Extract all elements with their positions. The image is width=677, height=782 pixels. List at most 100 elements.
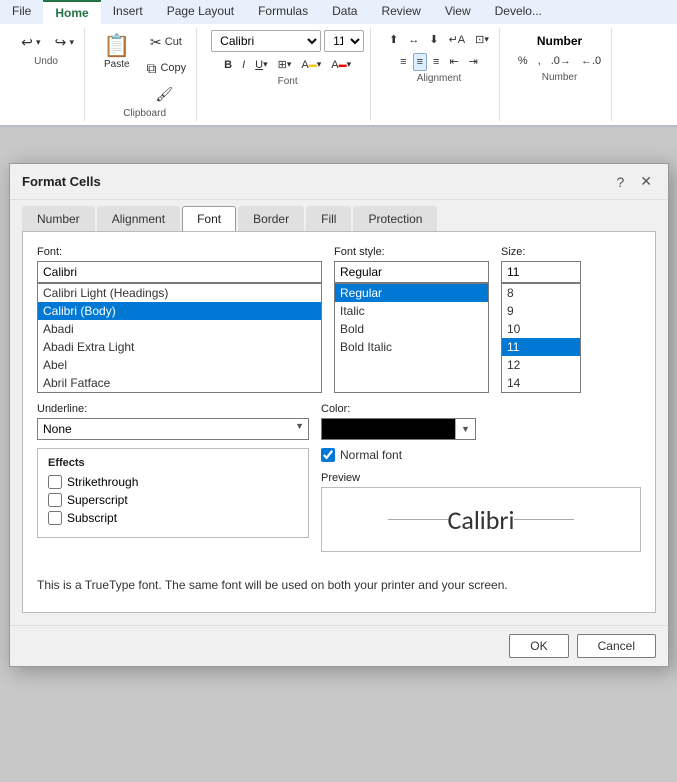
tab-view[interactable]: View [433,0,483,24]
list-item[interactable]: Abril Fatface [38,374,321,392]
help-button[interactable]: ? [612,173,628,191]
percent-button[interactable]: % [514,52,532,70]
list-item[interactable]: 10 [502,320,580,338]
align-top-button[interactable]: ⬆ [385,30,402,49]
increase-indent-button[interactable]: ⇥ [465,52,482,71]
tab-number[interactable]: Number [22,206,95,231]
tab-protection[interactable]: Protection [353,206,437,231]
subscript-label: Subscript [67,511,117,525]
tab-fill[interactable]: Fill [306,206,351,231]
tab-review[interactable]: Review [369,0,432,24]
list-item[interactable]: 12 [502,356,580,374]
ribbon-group-alignment: ⬆ ↔ ⬇ ↵A ⊡▾ ≡ ≡ ≡ ⇤ ⇥ Alignment [379,28,500,121]
list-item[interactable]: Abadi Extra Light [38,338,321,356]
list-item[interactable]: 14 [502,374,580,392]
tab-home[interactable]: Home [43,0,100,24]
preview-section: Preview Calibri [321,472,641,552]
font-size-input[interactable] [501,261,581,283]
dialog-footer: OK Cancel [10,625,668,666]
undo-button[interactable]: ↩▾ [14,30,45,54]
close-button[interactable]: ✕ [636,172,656,191]
font-style-input[interactable] [334,261,489,283]
ok-button[interactable]: OK [509,634,568,658]
font-name-select[interactable]: Calibri [211,30,321,52]
redo-button[interactable]: ↪▾ [48,30,79,54]
tab-file[interactable]: File [0,0,43,24]
clipboard-group-label: Clipboard [123,108,166,119]
italic-button[interactable]: I [238,56,249,74]
lower-section: Underline: None Single Double Effects St… [37,403,641,562]
comma-button[interactable]: , [534,52,545,70]
superscript-checkbox[interactable] [48,493,62,507]
subscript-row[interactable]: Subscript [48,511,298,525]
tab-formulas[interactable]: Formulas [246,0,320,24]
align-right-button[interactable]: ≡ [429,53,443,71]
color-selector[interactable]: ▼ [321,418,476,440]
preview-box: Calibri [321,487,641,552]
copy-button[interactable]: ⧉ Copy [138,56,190,80]
font-color-button[interactable]: A▬▾ [327,56,355,74]
superscript-row[interactable]: Superscript [48,493,298,507]
tab-developer[interactable]: Develo... [483,0,554,24]
list-item[interactable]: Abadi [38,320,321,338]
align-middle-button[interactable]: ↔ [404,31,423,49]
tab-alignment[interactable]: Alignment [97,206,180,231]
list-item[interactable]: Regular [335,284,488,302]
align-center-button[interactable]: ≡ [413,53,427,71]
decrease-decimal-button[interactable]: ←.0 [577,52,605,70]
paste-button[interactable]: 📋 Paste [99,30,134,73]
increase-decimal-button[interactable]: .0→ [547,52,575,70]
font-style-list[interactable]: Regular Italic Bold Bold Italic [334,283,489,393]
decrease-indent-button[interactable]: ⇤ [445,52,462,71]
wrap-text-button[interactable]: ↵A [445,30,470,49]
list-item[interactable]: 8 [502,284,580,302]
normal-font-row: Normal font [321,448,641,462]
normal-font-checkbox[interactable] [321,448,335,462]
font-name-input[interactable] [37,261,322,283]
bold-button[interactable]: B [220,56,236,74]
preview-right-line [514,519,574,520]
strikethrough-checkbox[interactable] [48,475,62,489]
strikethrough-row[interactable]: Strikethrough [48,475,298,489]
list-item[interactable]: Italic [335,302,488,320]
format-painter-button[interactable]: 🖌 [138,82,190,106]
tab-border[interactable]: Border [238,206,304,231]
font-size-label: Size: [501,246,581,258]
subscript-checkbox[interactable] [48,511,62,525]
cut-button[interactable]: ✂ Cut [138,30,190,54]
list-item[interactable]: 9 [502,302,580,320]
number-group-label: Number [542,72,578,83]
cancel-button[interactable]: Cancel [577,634,656,658]
list-item[interactable]: Bold Italic [335,338,488,356]
alignment-group-label: Alignment [417,73,461,84]
font-size-list[interactable]: 8 9 10 11 12 14 [501,283,581,393]
underline-select[interactable]: None Single Double [37,418,309,440]
tab-font[interactable]: Font [182,206,236,231]
font-name-list[interactable]: Calibri Light (Headings) Calibri (Body) … [37,283,322,393]
ribbon-group-font: Calibri 11 B I U▾ ⊞▾ A▬▾ A▬▾ Font [205,28,371,121]
tab-data[interactable]: Data [320,0,369,24]
list-item[interactable]: Calibri (Body) [38,302,321,320]
highlight-button[interactable]: A▬▾ [297,56,325,74]
list-item[interactable]: 11 [502,338,580,356]
dialog-tab-bar: Number Alignment Font Border Fill Protec… [10,200,668,231]
color-dropdown-button[interactable]: ▼ [455,419,475,439]
dialog-titlebar: Format Cells ? ✕ [10,164,668,200]
underline-button[interactable]: U▾ [251,56,271,74]
font-size-select[interactable]: 11 [324,30,364,52]
dialog-title: Format Cells [22,174,101,189]
font-style-column: Font style: Regular Italic Bold Bold Ita… [334,246,489,393]
align-bottom-button[interactable]: ⬇ [425,30,442,49]
tab-insert[interactable]: Insert [101,0,155,24]
list-item[interactable]: Bold [335,320,488,338]
border-button[interactable]: ⊞▾ [274,55,296,74]
normal-font-label: Normal font [340,448,402,462]
merge-button[interactable]: ⊡▾ [471,30,493,49]
list-item[interactable]: Abel [38,356,321,374]
align-left-button[interactable]: ≡ [396,53,410,71]
tab-page-layout[interactable]: Page Layout [155,0,246,24]
undo-group-label: Undo [34,56,58,67]
color-swatch [322,419,455,439]
info-text: This is a TrueType font. The same font w… [37,572,641,598]
list-item[interactable]: Calibri Light (Headings) [38,284,321,302]
